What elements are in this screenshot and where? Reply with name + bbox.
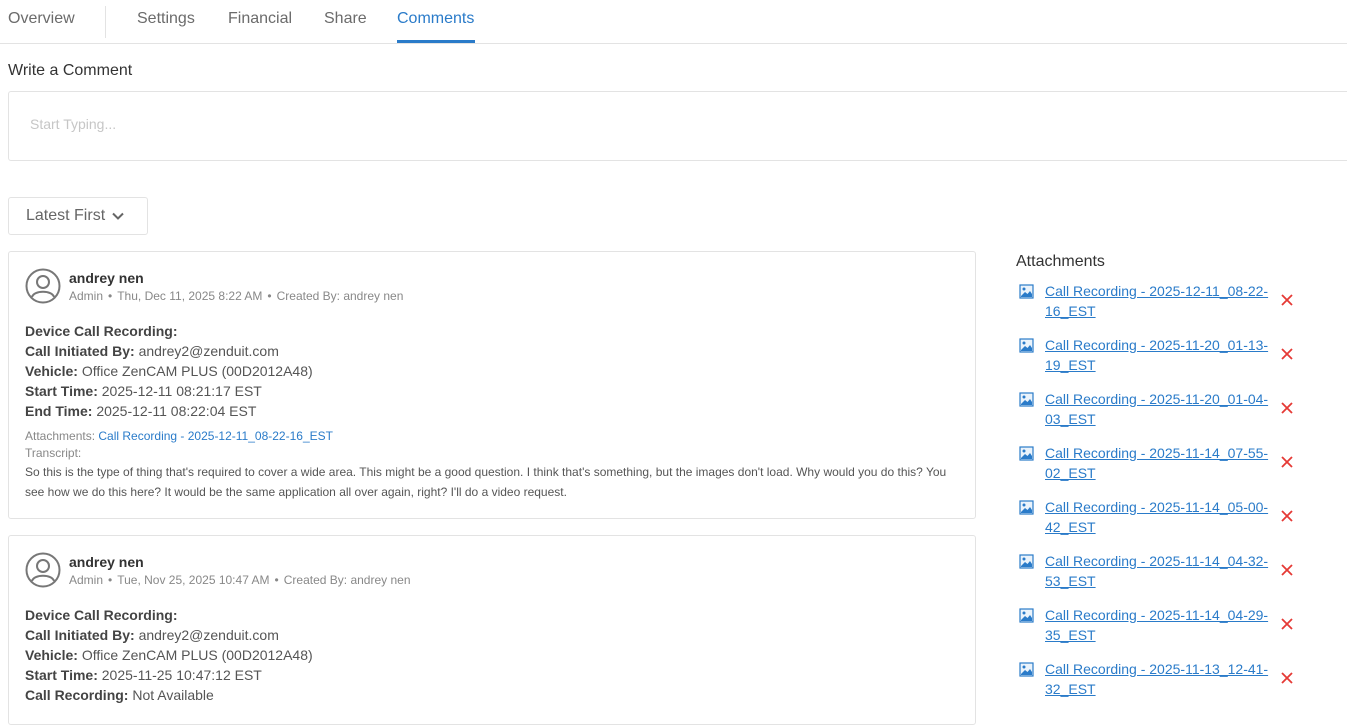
attachment-item: Call Recording - 2025-11-14_04-32-53_EST xyxy=(1016,551,1336,591)
field-label: Call Initiated By: xyxy=(25,343,135,359)
field-value: Office ZenCAM PLUS (00D2012A48) xyxy=(81,363,313,379)
attachment-item: Call Recording - 2025-11-20_01-13-19_EST xyxy=(1016,335,1336,375)
close-icon[interactable] xyxy=(1281,672,1293,684)
close-icon[interactable] xyxy=(1281,510,1293,522)
user-circle-icon xyxy=(25,268,61,304)
attachment-item: Call Recording - 2025-12-11_08-22-16_EST xyxy=(1016,281,1336,321)
comment-author: andrey nen xyxy=(69,554,144,570)
comment-card: andrey nen Admin • Tue, Nov 25, 2025 10:47… xyxy=(8,535,976,725)
field-value: andrey2@zenduit.com xyxy=(138,343,279,359)
attachment-item: Call Recording - 2025-11-14_04-29-35_EST xyxy=(1016,605,1336,645)
user-circle-icon xyxy=(25,552,61,588)
close-icon[interactable] xyxy=(1281,348,1293,360)
attachments-label: Attachments: xyxy=(25,429,96,443)
field-label: End Time: xyxy=(25,403,93,419)
field-label: Vehicle: xyxy=(25,363,78,379)
tab-bar: Overview Settings Financial Share Commen… xyxy=(0,0,1347,44)
tab-financial[interactable]: Financial xyxy=(228,10,292,28)
comment-meta: Admin • Thu, Dec 11, 2025 8:22 AM • Created … xyxy=(69,289,404,303)
attachment-item: Call Recording - 2025-11-14_07-55-02_EST xyxy=(1016,443,1336,483)
tab-share[interactable]: Share xyxy=(324,10,367,28)
tab-settings[interactable]: Settings xyxy=(137,10,195,28)
field-label: Vehicle: xyxy=(25,647,78,663)
active-tab-indicator xyxy=(397,40,475,43)
comment-heading: Device Call Recording: xyxy=(25,607,178,623)
image-file-icon xyxy=(1019,338,1034,353)
image-file-icon xyxy=(1019,608,1034,623)
comment-created-by: Created By: andrey nen xyxy=(276,289,404,303)
field-value: 2025-12-11 08:21:17 EST xyxy=(101,383,262,399)
comment-meta: Admin • Tue, Nov 25, 2025 10:47 AM • Created… xyxy=(69,573,411,587)
image-file-icon xyxy=(1019,284,1034,299)
comment-date: Thu, Dec 11, 2025 8:22 AM xyxy=(117,289,263,303)
image-file-icon xyxy=(1019,500,1034,515)
close-icon[interactable] xyxy=(1281,294,1293,306)
chevron-down-icon xyxy=(112,212,124,220)
tab-overview[interactable]: Overview xyxy=(8,10,75,28)
close-icon[interactable] xyxy=(1281,618,1293,630)
comment-input[interactable] xyxy=(8,91,1347,161)
attachment-link[interactable]: Call Recording - 2025-11-14_04-32-53_EST xyxy=(1045,551,1270,591)
attachment-link[interactable]: Call Recording - 2025-11-14_07-55-02_EST xyxy=(1045,443,1270,483)
comment-role: Admin xyxy=(69,289,104,303)
close-icon[interactable] xyxy=(1281,564,1293,576)
tab-comments[interactable]: Comments xyxy=(397,10,474,28)
image-file-icon xyxy=(1019,446,1034,461)
attachment-link[interactable]: Call Recording - 2025-12-11_08-22-16_EST xyxy=(1045,281,1270,321)
attachment-item: Call Recording - 2025-11-14_05-00-42_EST xyxy=(1016,497,1336,537)
comment-heading: Device Call Recording: xyxy=(25,323,178,339)
write-comment-title: Write a Comment xyxy=(8,62,133,79)
field-value: 2025-12-11 08:22:04 EST xyxy=(96,403,257,419)
field-label: Start Time: xyxy=(25,383,98,399)
transcript-label: Transcript: xyxy=(25,446,82,460)
comment-role: Admin xyxy=(69,573,104,587)
comment-created-by: Created By: andrey nen xyxy=(283,573,411,587)
sort-dropdown[interactable]: Latest First xyxy=(8,197,148,235)
attachment-link[interactable]: Call Recording - 2025-11-13_12-41-32_EST xyxy=(1045,659,1270,699)
image-file-icon xyxy=(1019,662,1034,677)
comment-author: andrey nen xyxy=(69,270,144,286)
attachment-link[interactable]: Call Recording - 2025-11-14_05-00-42_EST xyxy=(1045,497,1270,537)
field-value: 2025-11-25 10:47:12 EST xyxy=(101,667,262,683)
field-label: Call Recording: xyxy=(25,687,129,703)
comment-attachment-link[interactable]: Call Recording - 2025-12-11_08-22-16_EST xyxy=(98,429,333,443)
sort-label: Latest First xyxy=(26,207,106,224)
image-file-icon xyxy=(1019,554,1034,569)
field-value: Office ZenCAM PLUS (00D2012A48) xyxy=(81,647,313,663)
close-icon[interactable] xyxy=(1281,456,1293,468)
attachment-item: Call Recording - 2025-11-20_01-04-03_EST xyxy=(1016,389,1336,429)
image-file-icon xyxy=(1019,392,1034,407)
comment-card: andrey nen Admin • Thu, Dec 11, 2025 8:22 … xyxy=(8,251,976,519)
attachment-link[interactable]: Call Recording - 2025-11-14_04-29-35_EST xyxy=(1045,605,1270,645)
field-label: Call Initiated By: xyxy=(25,627,135,643)
attachments-title: Attachments xyxy=(1016,253,1105,270)
field-value: Not Available xyxy=(132,687,214,703)
attachment-item: Call Recording - 2025-11-13_12-41-32_EST xyxy=(1016,659,1336,699)
tab-divider xyxy=(105,6,106,38)
comment-date: Tue, Nov 25, 2025 10:47 AM xyxy=(117,573,270,587)
attachment-link[interactable]: Call Recording - 2025-11-20_01-04-03_EST xyxy=(1045,389,1270,429)
field-label: Start Time: xyxy=(25,667,98,683)
field-value: andrey2@zenduit.com xyxy=(138,627,279,643)
comment-body: Device Call Recording: Call Initiated By… xyxy=(25,605,313,705)
comment-attachments: Attachments: Call Recording - 2025-12-11… xyxy=(25,429,333,443)
comment-body: Device Call Recording: Call Initiated By… xyxy=(25,321,313,421)
attachment-link[interactable]: Call Recording - 2025-11-20_01-13-19_EST xyxy=(1045,335,1270,375)
transcript-text: So this is the type of thing that's requ… xyxy=(25,465,947,499)
close-icon[interactable] xyxy=(1281,402,1293,414)
